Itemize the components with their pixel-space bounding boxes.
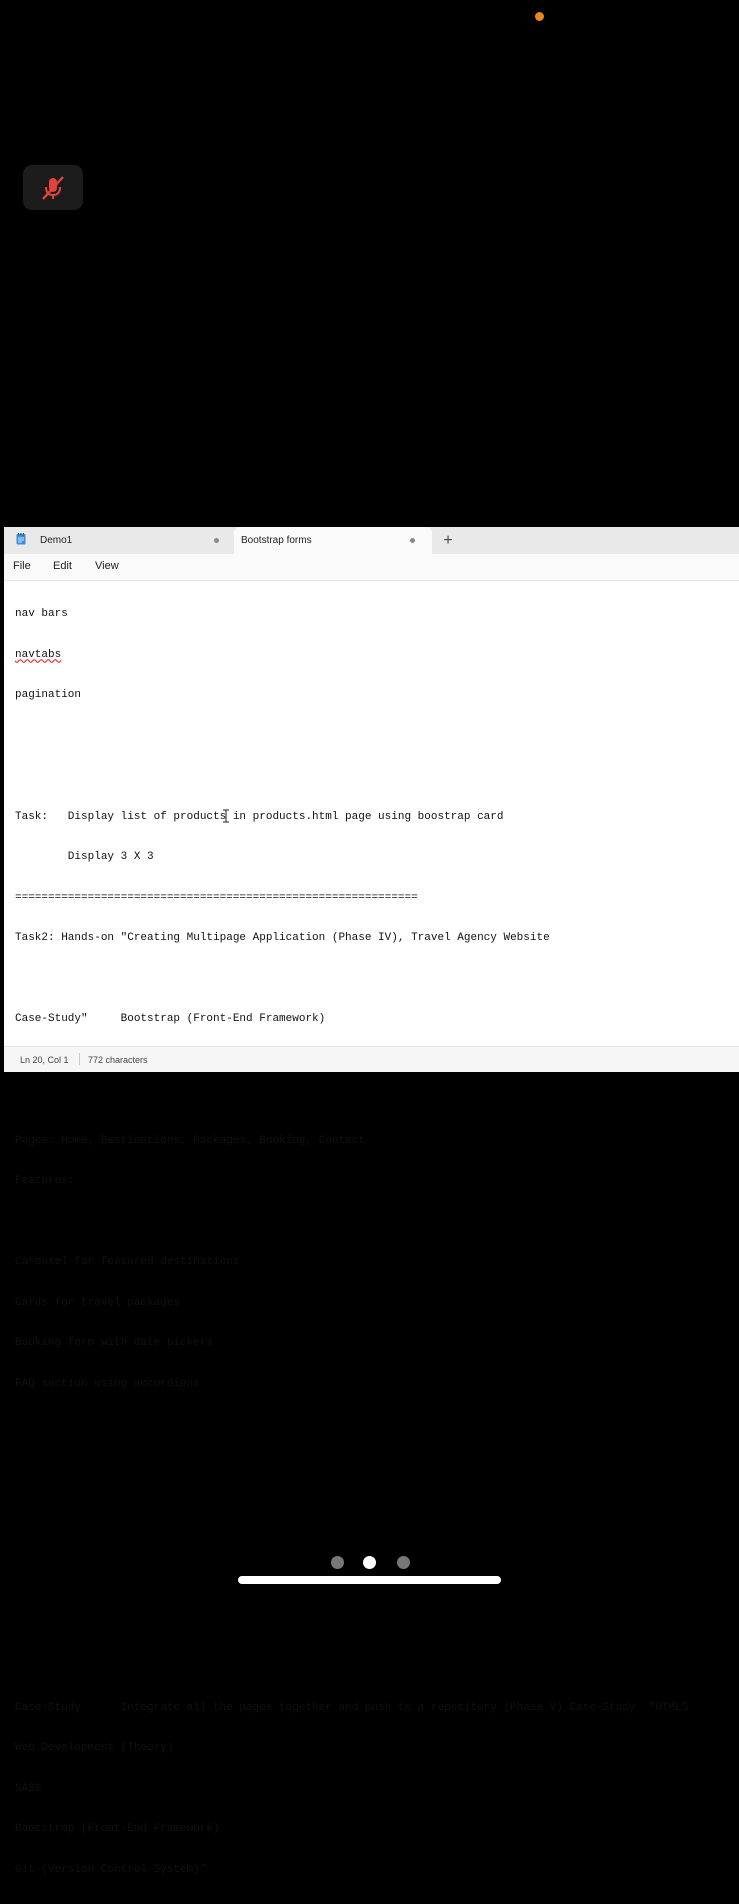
mic-muted-icon: [42, 175, 64, 200]
editor-line: Carousel for featured destinations: [15, 1256, 240, 1268]
editor-line: pagination: [15, 689, 82, 701]
editor-line: Features:: [15, 1175, 75, 1187]
tab-demo1[interactable]: Demo1: [4, 527, 234, 554]
page-indicator-dot[interactable]: [331, 1556, 344, 1569]
home-indicator-bar[interactable]: [238, 1576, 501, 1584]
mic-mute-button[interactable]: [23, 165, 83, 210]
cursor-position: Ln 20, Col 1: [20, 1055, 69, 1065]
tab-bar: Demo1 Bootstrap forms +: [4, 527, 739, 554]
editor-line: Bootstrap (Front-End Framework): [15, 1823, 220, 1835]
tab-bootstrap-forms[interactable]: Bootstrap forms: [234, 527, 432, 554]
status-bar: Ln 20, Col 1 772 characters: [4, 1046, 739, 1072]
editor-line: Cards for travel packages: [15, 1296, 181, 1309]
menu-bar: File Edit View: [4, 554, 739, 581]
i-beam-cursor-icon: [223, 809, 229, 823]
tab-label: Demo1: [40, 535, 73, 546]
editor-line: Git (Version Control System)": [15, 1863, 207, 1876]
page-indicator-dot[interactable]: [397, 1556, 410, 1569]
notepad-icon: [16, 533, 26, 548]
menu-file[interactable]: File: [13, 560, 31, 572]
editor-line: Task2: Hands-on "Creating Multipage Appl…: [15, 932, 550, 944]
unsaved-dot-icon[interactable]: [410, 538, 415, 543]
recording-indicator: [535, 12, 544, 21]
editor-line: Case-Study Integrate all the pages toget…: [15, 1701, 689, 1714]
menu-view[interactable]: View: [95, 560, 119, 572]
editor-line: ========================================…: [15, 891, 418, 904]
editor-line: Pages: Home, Destinations, Packages, Boo…: [15, 1134, 365, 1147]
editor-line: Case-Study" Bootstrap (Front-End Framewo…: [15, 1013, 326, 1025]
editor-line: Task: Display list of products in produc…: [15, 810, 504, 823]
status-divider: [79, 1053, 80, 1065]
unsaved-dot-icon[interactable]: [214, 538, 219, 543]
editor-line: Web Development (Theory): [15, 1742, 174, 1754]
menu-edit[interactable]: Edit: [53, 560, 72, 572]
page-indicator-dot-active[interactable]: [363, 1556, 376, 1569]
editor-line: Booking form with date pickers: [15, 1337, 214, 1349]
text-editor[interactable]: nav bars navtabs pagination Task: Displa…: [15, 581, 735, 1904]
character-count: 772 characters: [88, 1055, 148, 1065]
editor-line: SASS: [15, 1782, 42, 1795]
editor-line: nav bars: [15, 608, 68, 620]
editor-line: Display 3 X 3: [15, 851, 154, 863]
tab-label: Bootstrap forms: [241, 535, 312, 546]
editor-line: navtabs: [15, 648, 62, 661]
new-tab-button[interactable]: +: [438, 531, 458, 551]
notepad-window: Demo1 Bootstrap forms + File Edit View n…: [4, 527, 739, 1876]
editor-line: FAQ section using accordions: [15, 1377, 200, 1390]
